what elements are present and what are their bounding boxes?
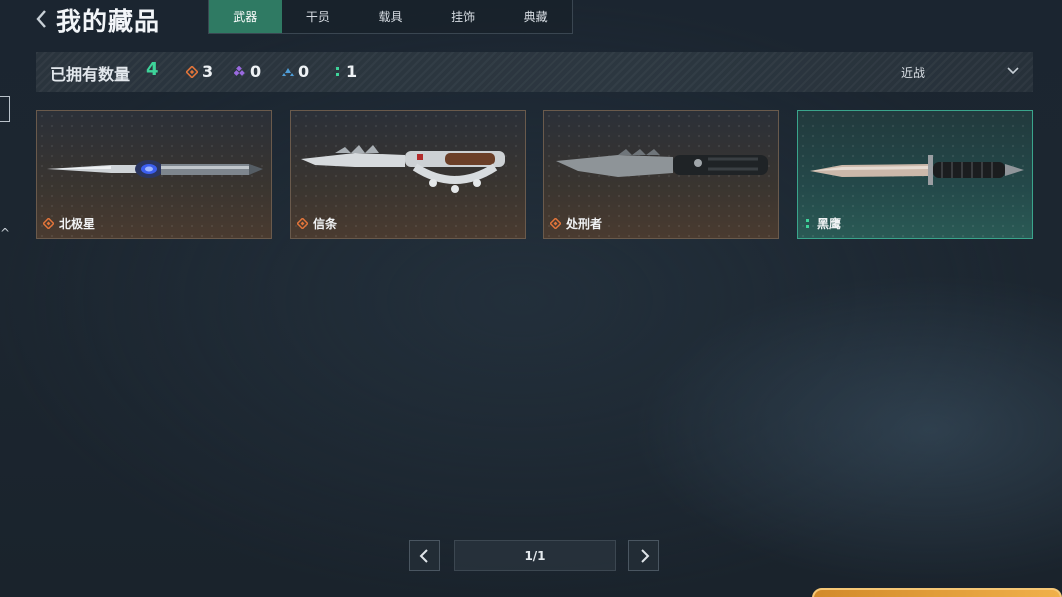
card-label: 北极星 [43,215,95,232]
card-label: 黑鹰 [804,215,841,232]
back-button[interactable] [32,6,54,32]
collection-card[interactable]: 北极星 [36,110,272,239]
creed-knife-image [301,145,505,193]
rarity-blue-stat: 0 [282,62,309,81]
chevron-left-icon [36,10,46,28]
chevron-left-icon [419,548,428,563]
orange-diamond-icon [297,218,308,229]
black-hawk-knife-image [810,155,1024,185]
tab-vehicles[interactable]: 载具 [354,0,427,33]
stats-bar: 已拥有数量 4 3 0 0 1 近战 [36,52,1033,92]
tab-weapons[interactable]: 武器 [209,0,282,33]
rarity-purple-count: 0 [250,62,262,81]
card-name: 黑鹰 [817,217,842,231]
chevron-down-icon [1007,67,1019,75]
executioner-knife-image [556,149,768,177]
blue-triangle-icon [282,67,294,76]
tab-collection[interactable]: 典藏 [499,0,572,33]
rarity-blue-count: 0 [298,62,310,81]
card-label: 信条 [297,215,337,232]
collection-card-selected[interactable]: 黑鹰 [797,110,1033,239]
purple-diamond-icon [234,65,245,76]
prev-page-button[interactable] [409,540,440,571]
page-title: 我的藏品 [56,7,161,36]
confirm-button[interactable] [812,588,1062,597]
next-page-button[interactable] [628,540,659,571]
card-name: 信条 [313,217,338,231]
tab-operators[interactable]: 干员 [282,0,355,33]
orange-diamond-icon [43,218,54,229]
rarity-green-count: 1 [346,62,358,81]
rarity-orange-count: 3 [202,62,214,81]
owned-count-value: 4 [146,59,159,80]
card-label: 处刑者 [550,215,602,232]
rarity-green-stat: 1 [334,62,357,81]
collection-card[interactable]: 信条 [290,110,526,239]
orange-diamond-icon [186,65,198,78]
polaris-knife-image [47,160,263,178]
orange-diamond-icon [550,218,561,229]
sort-dropdown-value: 近战 [901,66,926,80]
page-indicator: 1/1 [454,540,616,571]
category-tabs: 武器 干员 载具 挂饰 典藏 [208,0,573,34]
green-dots-icon [336,66,339,76]
sort-dropdown[interactable]: 近战 [901,60,1021,84]
green-dots-icon [806,218,809,228]
rarity-purple-stat: 0 [234,62,261,81]
side-panel-handle[interactable] [0,96,10,122]
chevron-right-icon [640,548,649,563]
rarity-orange-stat: 3 [186,62,213,81]
owned-count-label: 已拥有数量 [50,65,131,84]
caret-up-icon[interactable]: ^ [0,226,10,240]
collection-card[interactable]: 处刑者 [543,110,779,239]
card-name: 处刑者 [566,217,603,231]
tab-charms[interactable]: 挂饰 [427,0,500,33]
card-name: 北极星 [59,217,96,231]
